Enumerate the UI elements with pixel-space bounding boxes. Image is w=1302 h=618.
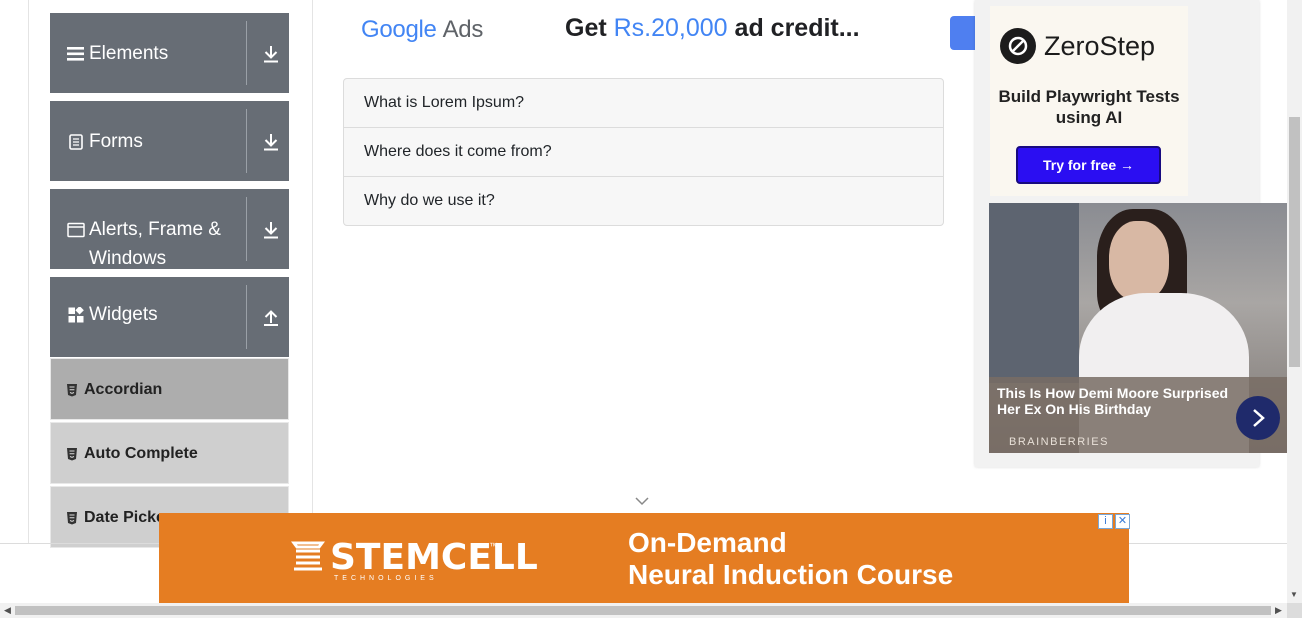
sidebar-group-widgets[interactable]: Widgets — [50, 277, 289, 357]
html5-icon — [67, 512, 77, 525]
divider — [246, 197, 247, 261]
vertical-scrollbar[interactable]: ▼ — [1287, 0, 1302, 603]
sidebar-group-title: Elements — [67, 39, 168, 68]
download-arrow-icon[interactable] — [259, 42, 283, 66]
sidebar-group-alerts[interactable]: Alerts, Frame & Windows — [50, 189, 289, 269]
menu-icon — [67, 45, 85, 63]
accordion-section-header[interactable]: Where does it come from? — [344, 128, 943, 177]
sidebar-group-label-line2: Windows — [89, 248, 167, 269]
accordion: What is Lorem Ipsum? Where does it come … — [343, 78, 944, 226]
horizontal-scrollbar-thumb[interactable] — [15, 606, 1271, 615]
stemcell-subbrand: TECHNOLOGIES — [334, 575, 438, 582]
try-for-free-button[interactable]: Try for free → — [1016, 146, 1161, 184]
scroll-right-arrow-icon[interactable]: ▶ — [1275, 605, 1282, 616]
stemcell-emblem-icon — [291, 541, 325, 571]
accordion-section-header[interactable]: What is Lorem Ipsum? — [344, 79, 943, 128]
sidebar-group-label: Alerts, Frame & — [89, 219, 221, 240]
sidebar-group-title: Forms — [67, 127, 143, 156]
divider — [246, 109, 247, 173]
zerostep-logo-icon — [1000, 28, 1036, 64]
sidebar-group-label: Forms — [89, 131, 143, 152]
zerostep-logo[interactable]: ZeroStep — [1000, 28, 1155, 64]
ad-headline-pre: Get — [565, 14, 614, 42]
stemcell-ad-banner[interactable]: STEMCELL ™ TECHNOLOGIES On-Demand Neural… — [159, 513, 1130, 603]
scrollbar-corner — [1287, 603, 1302, 618]
ad-headline-amount: Rs.20,000 — [613, 14, 728, 42]
story-source: BRAINBERRIES — [1009, 436, 1109, 448]
google-wordmark: Google — [361, 16, 437, 43]
sidebar-group-label: Elements — [89, 43, 169, 64]
divider — [246, 21, 247, 85]
divider — [246, 285, 247, 349]
ads-wordmark: Ads — [442, 16, 484, 43]
page: Elements Forms Alerts, Frame & Windows W… — [0, 0, 1302, 618]
download-arrow-icon[interactable] — [259, 218, 283, 242]
widgets-icon — [67, 306, 85, 324]
sidebar-border — [312, 0, 313, 543]
html5-icon — [67, 448, 77, 461]
sidebar-group-title: Alerts, Frame & Windows — [67, 215, 221, 273]
info-icon[interactable]: i — [1098, 514, 1113, 529]
sidebar-item-label: Accordian — [84, 381, 163, 398]
stemcell-trademark: ™ — [489, 541, 498, 551]
ad-choices: i ✕ — [1096, 514, 1130, 529]
left-border — [28, 0, 29, 543]
ad-headline[interactable]: Get Rs.20,000 ad credit... — [565, 14, 860, 43]
zerostep-tagline: Build Playwright Tests using AI — [998, 87, 1180, 127]
side-ad: ZeroStep Build Playwright Tests using AI… — [975, 0, 1287, 467]
window-icon — [67, 221, 85, 239]
download-arrow-icon[interactable] — [259, 130, 283, 154]
sidebar-group-label: Widgets — [89, 304, 158, 325]
sidebar-item-label: Auto Complete — [84, 445, 198, 462]
ad-headline-post: ad credit... — [727, 14, 860, 42]
ad-headline: On-Demand Neural Induction Course — [628, 527, 953, 591]
chevron-right-icon[interactable] — [1236, 396, 1280, 440]
chevron-down-icon[interactable] — [634, 496, 650, 506]
scroll-left-arrow-icon[interactable]: ◀ — [4, 605, 11, 616]
scroll-down-arrow-icon[interactable]: ▼ — [1290, 590, 1298, 599]
photo-face — [1109, 221, 1169, 301]
sidebar-item-auto-complete[interactable]: Auto Complete — [50, 422, 289, 484]
close-icon[interactable]: ✕ — [1115, 514, 1130, 529]
sidebar-group-elements[interactable]: Elements — [50, 13, 289, 93]
accordion-section-header[interactable]: Why do we use it? — [344, 177, 943, 225]
ad-headline-line2: Neural Induction Course — [628, 559, 954, 590]
google-ads-logo[interactable]: Google Ads — [361, 16, 483, 44]
upload-arrow-icon[interactable] — [259, 305, 283, 329]
sidebar-group-title: Widgets — [67, 300, 158, 329]
sidebar-group-forms[interactable]: Forms — [50, 101, 289, 181]
vertical-scrollbar-thumb[interactable] — [1289, 117, 1300, 367]
horizontal-scrollbar[interactable]: ◀ ▶ — [0, 603, 1287, 618]
document-icon — [67, 133, 85, 151]
html5-icon — [67, 384, 77, 397]
stemcell-brand: STEMCELL — [330, 537, 538, 578]
sidebar-item-accordian[interactable]: Accordian — [50, 358, 289, 420]
story-title: This Is How Demi Moore Surprised Her Ex … — [997, 385, 1229, 417]
zerostep-brand: ZeroStep — [1044, 30, 1156, 61]
photo-background — [989, 203, 1079, 383]
sponsored-story[interactable]: This Is How Demi Moore Surprised Her Ex … — [989, 203, 1287, 453]
ad-headline-line1: On-Demand — [628, 527, 787, 558]
